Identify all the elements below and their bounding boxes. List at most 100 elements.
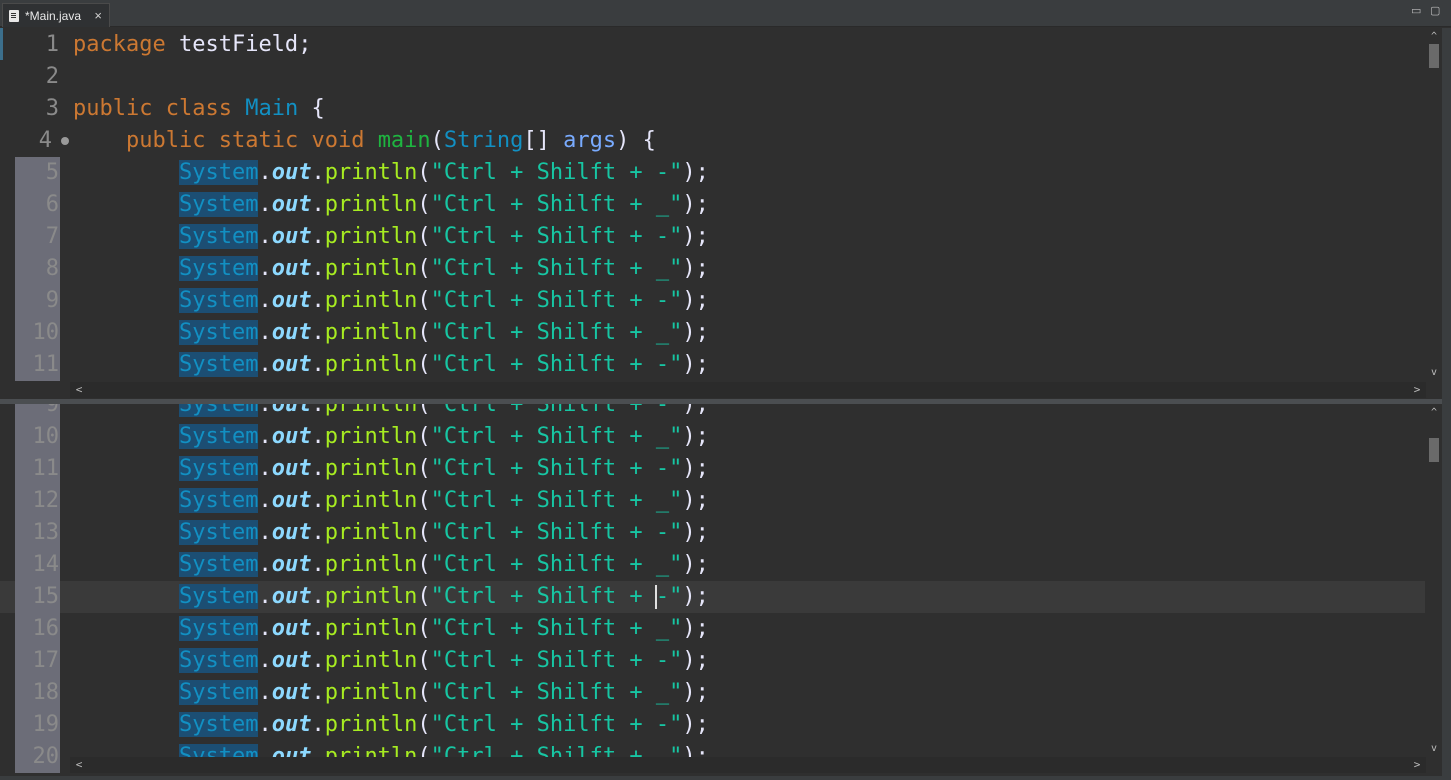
scroll-down-icon[interactable]: v [1426,366,1442,380]
code-text[interactable]: System.out.println("Ctrl + Shilft + -"); [73,285,709,317]
code-line[interactable]: 17 System.out.println("Ctrl + Shilft + -… [0,645,1425,677]
code-text[interactable]: System.out.println("Ctrl + Shilft + _"); [73,189,709,221]
code-line[interactable]: 10 System.out.println("Ctrl + Shilft + _… [0,421,1425,453]
code-line[interactable]: 19 System.out.println("Ctrl + Shilft + -… [0,709,1425,741]
code-line[interactable]: 3 public class Main { [0,93,1425,125]
code-text[interactable]: System.out.println("Ctrl + Shilft + -"); [73,581,709,613]
scroll-up-icon[interactable]: ^ [1426,406,1442,420]
code-text[interactable]: public static void main(String[] args) { [73,125,656,157]
code-text[interactable]: System.out.println("Ctrl + Shilft + -"); [73,157,709,189]
line-number: 3 [45,96,59,121]
code-line[interactable]: 12 System.out.println("Ctrl + Shilft + _… [0,485,1425,517]
method-call: println [324,256,418,281]
static-field: out [271,352,312,377]
static-field: out [271,712,312,737]
line-number: 15 [15,581,60,613]
vertical-scrollbar[interactable]: ^ v [1426,28,1442,383]
method-name: main [377,128,431,153]
vertical-scrollbar[interactable]: ^ v [1426,404,1442,760]
code-text[interactable]: System.out.println("Ctrl + Shilft + _"); [73,613,709,645]
static-field: out [271,224,312,249]
scroll-left-icon[interactable]: < [72,382,86,398]
method-call: println [324,160,418,185]
code-text[interactable]: System.out.println("Ctrl + Shilft + _"); [73,253,709,285]
code-line[interactable]: 10 System.out.println("Ctrl + Shilft + _… [0,317,1425,349]
code-line[interactable]: 14 System.out.println("Ctrl + Shilft + _… [0,549,1425,581]
string-literal: "Ctrl + Shilft + _" [430,424,683,449]
horizontal-scrollbar[interactable]: < > [70,382,1426,398]
scroll-right-icon[interactable]: > [1410,382,1424,398]
code-text[interactable]: System.out.println("Ctrl + Shilft + -"); [73,517,709,549]
scroll-right-icon[interactable]: > [1410,757,1424,773]
code-line[interactable]: 9 System.out.println("Ctrl + Shilft + -"… [0,285,1425,317]
string-literal: "Ctrl + Shilft + _" [430,552,683,577]
code-text[interactable]: System.out.println("Ctrl + Shilft + -"); [73,221,709,253]
code-text[interactable]: System.out.println("Ctrl + Shilft + -"); [73,453,709,485]
keyword: package [73,32,166,57]
code-line[interactable]: 7 System.out.println("Ctrl + Shilft + -"… [0,221,1425,253]
string-literal: "Ctrl + Shilft + -" [430,520,683,545]
code-line[interactable]: 18 System.out.println("Ctrl + Shilft + _… [0,677,1425,709]
string-literal: "Ctrl + Shilft + _" [430,320,683,345]
static-field: out [271,616,312,641]
code-line[interactable]: 9 System.out.println("Ctrl + Shilft + -"… [0,404,1425,421]
class-name: System [178,256,259,281]
method-call: println [324,584,418,609]
code-line[interactable]: 8 System.out.println("Ctrl + Shilft + _"… [0,253,1425,285]
code-line[interactable]: 2 [0,61,1425,93]
code-text[interactable]: public class Main { [73,93,325,125]
string-literal: "Ctrl + Shilft + _" [430,616,683,641]
editor-pane-bottom[interactable]: 9 System.out.println("Ctrl + Shilft + -"… [0,404,1451,776]
static-field: out [271,680,312,705]
minimize-icon[interactable]: ▭ [1411,4,1421,17]
code-line[interactable]: 5 System.out.println("Ctrl + Shilft + -"… [0,157,1425,189]
tab-main-java[interactable]: *Main.java × [2,3,110,27]
string-literal: "Ctrl + Shilft + -" [430,352,683,377]
code-text[interactable]: System.out.println("Ctrl + Shilft + -"); [73,709,709,741]
static-field: out [271,456,312,481]
class-name: System [178,584,259,609]
code-line[interactable]: 15 System.out.println("Ctrl + Shilft + -… [0,581,1425,613]
class-name: System [178,552,259,577]
editor-pane-top[interactable]: 1 package testField; 2 3 public class Ma… [0,28,1451,399]
code-text[interactable]: System.out.println("Ctrl + Shilft + -"); [73,349,709,381]
code-line[interactable]: 11 System.out.println("Ctrl + Shilft + -… [0,453,1425,485]
close-icon[interactable]: × [94,9,102,22]
code-text[interactable]: System.out.println("Ctrl + Shilft + _"); [73,549,709,581]
line-number: 6 [15,189,60,221]
static-field: out [271,552,312,577]
method-call: println [324,552,418,577]
class-name: System [178,192,259,217]
line-number: 11 [15,349,60,381]
scroll-up-icon[interactable]: ^ [1426,30,1442,44]
scroll-thumb[interactable] [1429,44,1439,68]
code-line[interactable]: 13 System.out.println("Ctrl + Shilft + -… [0,517,1425,549]
code-text[interactable]: System.out.println("Ctrl + Shilft + _"); [73,317,709,349]
line-number: 11 [15,453,60,485]
code-text[interactable]: System.out.println("Ctrl + Shilft + _"); [73,421,709,453]
code-text[interactable]: System.out.println("Ctrl + Shilft + -"); [73,404,709,421]
scroll-down-icon[interactable]: v [1426,742,1442,756]
code-line[interactable]: 1 package testField; [0,29,1425,61]
horizontal-scrollbar[interactable]: < > [70,757,1426,773]
class-name: System [178,680,259,705]
scroll-left-icon[interactable]: < [72,757,86,773]
class-name: System [178,320,259,345]
code-line[interactable]: 6 System.out.println("Ctrl + Shilft + _"… [0,189,1425,221]
code-text[interactable]: System.out.println("Ctrl + Shilft + _"); [73,485,709,517]
code-text[interactable]: package testField; [73,29,311,61]
code-text[interactable]: System.out.println("Ctrl + Shilft + _"); [73,677,709,709]
maximize-icon[interactable]: ▢ [1430,4,1440,17]
scroll-thumb[interactable] [1429,438,1439,462]
code-line[interactable]: 11 System.out.println("Ctrl + Shilft + -… [0,349,1425,381]
fold-marker-icon[interactable] [61,137,69,145]
code-line[interactable]: 16 System.out.println("Ctrl + Shilft + _… [0,613,1425,645]
tab-label: *Main.java [25,8,82,23]
class-name: System [178,424,259,449]
class-name: System [178,352,259,377]
line-number: 10 [15,317,60,349]
line-number: 2 [45,64,59,89]
keyword: public [125,128,206,153]
code-line[interactable]: 4 public static void main(String[] args)… [0,125,1425,157]
code-text[interactable]: System.out.println("Ctrl + Shilft + -"); [73,645,709,677]
